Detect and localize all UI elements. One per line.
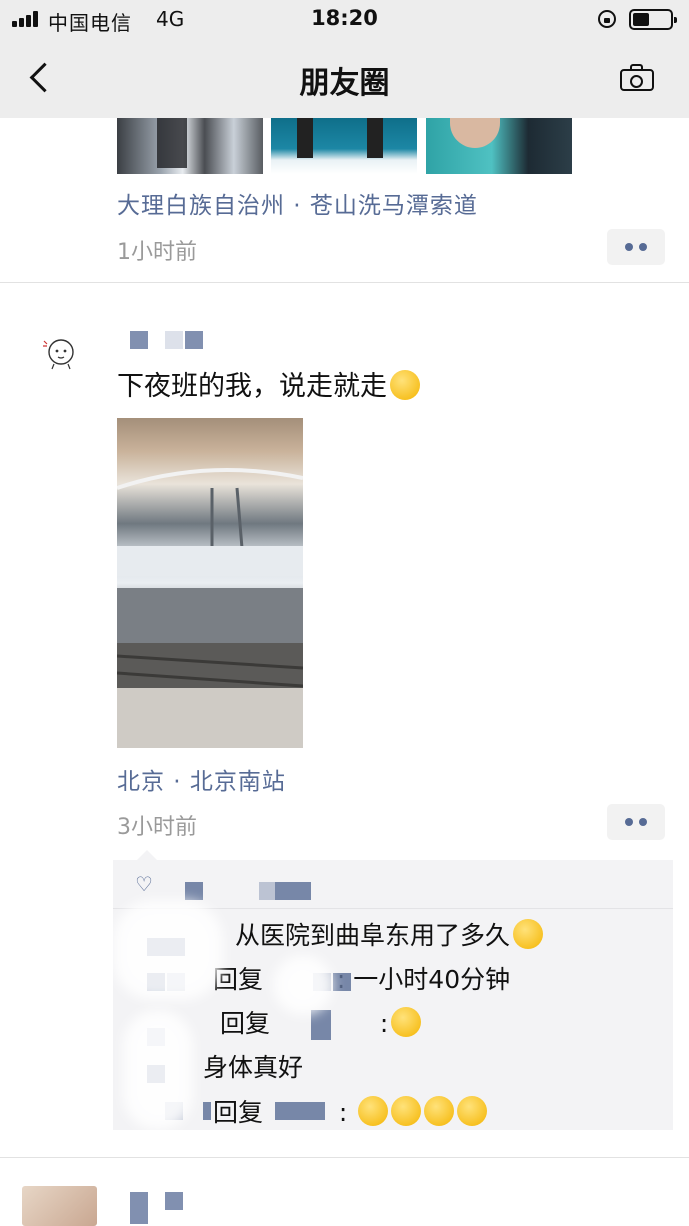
liker-redacted[interactable] — [275, 882, 311, 900]
username-redacted[interactable] — [130, 331, 148, 349]
emoji-icon — [358, 1096, 389, 1126]
liker-redacted[interactable] — [259, 882, 275, 900]
reply-label: 回复 — [213, 1098, 264, 1127]
commenter-redacted[interactable] — [333, 973, 351, 991]
comment-text: 从医院到曲阜东用了多久 — [235, 921, 511, 950]
comment-line: 身体真好 — [203, 1048, 303, 1084]
post-text-content: 下夜班的我，说走就走 — [117, 371, 387, 402]
username-redacted[interactable] — [165, 331, 183, 349]
avatar[interactable] — [40, 333, 78, 371]
comment-text: : 一小时40分钟 — [336, 965, 511, 994]
page-title: 朋友圈 — [299, 66, 390, 101]
liker-redacted[interactable] — [185, 882, 203, 900]
post-divider — [0, 282, 689, 283]
comment-text: 身体真好 — [203, 1053, 304, 1082]
post-photo[interactable] — [271, 118, 417, 174]
post-time: 1小时前 — [117, 240, 197, 265]
battery-icon — [629, 9, 677, 30]
post-divider — [0, 1157, 689, 1158]
commenter-redacted[interactable] — [311, 1010, 331, 1040]
camera-icon[interactable] — [620, 63, 658, 93]
comment-line: 回复 : — [213, 1093, 488, 1129]
comment-text: : — [379, 1009, 389, 1038]
avatar[interactable] — [22, 1186, 97, 1226]
post-time: 3小时前 — [117, 815, 197, 840]
emoji-icon — [513, 919, 544, 949]
reply-label: 回复 — [220, 1009, 271, 1038]
orientation-lock-icon — [598, 10, 616, 28]
heart-icon: ♡ — [135, 872, 153, 896]
emoji-icon — [457, 1096, 488, 1126]
post-photo[interactable] — [426, 118, 572, 174]
post-location[interactable]: 大理白族自治州 · 苍山洗马潭索道 — [117, 186, 478, 220]
emoji-icon — [391, 1096, 422, 1126]
more-icon[interactable] — [607, 229, 665, 265]
comment-text: : — [338, 1098, 348, 1127]
username-redacted[interactable] — [185, 331, 203, 349]
post-text: 下夜班的我，说走就走 — [117, 364, 420, 403]
post-photo[interactable] — [117, 118, 263, 174]
emoji-icon — [390, 370, 420, 400]
comment-line: 回复 : 一小时40分钟 — [213, 960, 510, 996]
top-bar: 中国电信 4G 18:20 朋友圈 — [0, 0, 689, 118]
username-redacted[interactable] — [130, 1192, 148, 1224]
status-bar: 中国电信 4G 18:20 — [0, 0, 689, 40]
emoji-icon — [391, 1007, 422, 1037]
post-photo[interactable] — [117, 418, 303, 748]
more-icon[interactable] — [607, 804, 665, 840]
post-location[interactable]: 北京 · 北京南站 — [117, 762, 286, 796]
comment-line: 从医院到曲阜东用了多久 — [235, 916, 544, 952]
status-time: 18:20 — [311, 6, 378, 30]
commenter-redacted[interactable] — [203, 1102, 211, 1120]
commenter-redacted[interactable] — [275, 1102, 325, 1120]
emoji-icon — [424, 1096, 455, 1126]
username-redacted[interactable] — [165, 1192, 183, 1210]
comments-panel: ♡ 从医院到曲阜东用了多久 回复 : 一小时40分钟 回复 : 身体真好 回复 … — [113, 850, 673, 1130]
